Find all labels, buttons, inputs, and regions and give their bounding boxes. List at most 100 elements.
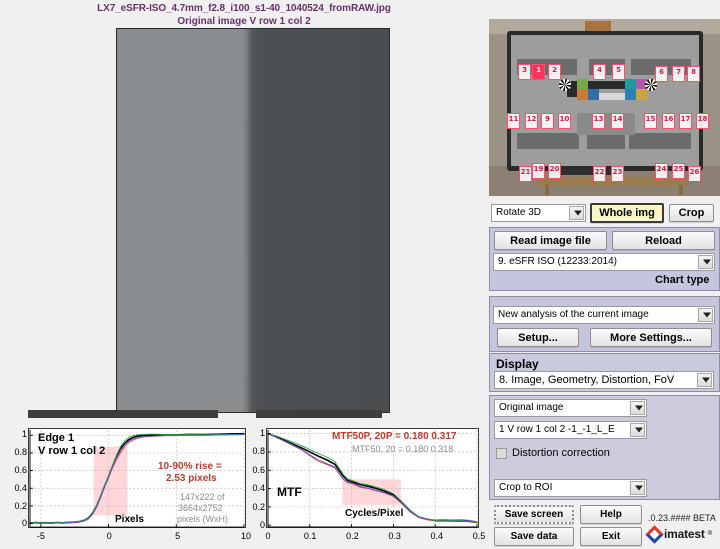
x-tick-label: 0	[265, 531, 271, 541]
imatest-logo: imatest ®	[645, 524, 712, 544]
x-tick-label: 10	[240, 531, 251, 541]
roi-select-value: 1 V row 1 col 2 -1_-1_L_E	[499, 425, 615, 435]
analysis-select[interactable]: New analysis of the current image	[493, 306, 715, 324]
thumbnail-bench-leg	[545, 185, 549, 195]
roi-marker-2[interactable]: 2	[548, 64, 561, 80]
chart-dark-band	[517, 133, 579, 149]
chevron-down-glyph	[574, 210, 582, 216]
chevron-down-glyph	[703, 259, 711, 265]
thumbnail-tv-screen	[511, 35, 699, 166]
image-select-value: Original image	[499, 403, 564, 413]
y-tick-label: 0.8	[252, 446, 265, 457]
y-tick-label: 0	[21, 518, 27, 529]
roi-marker-3[interactable]: 3	[518, 64, 531, 80]
color-patch	[636, 89, 647, 100]
roi-marker-12[interactable]: 12	[525, 113, 538, 129]
imatest-brand-text: imatest	[664, 527, 705, 541]
thumbnail-box-object	[585, 21, 611, 31]
crop-button[interactable]: Crop	[669, 204, 714, 222]
y-tick-label: 0.2	[252, 501, 265, 512]
thumbnail-tv-frame	[507, 31, 703, 171]
y-tick-label: 0.4	[252, 483, 265, 494]
version-text: .0.23.#### BETA	[648, 513, 716, 523]
roi-marker-8[interactable]: 8	[687, 66, 700, 82]
y-tick-label: 1	[259, 427, 265, 438]
rotate-3d-select[interactable]: Rotate 3D	[491, 204, 586, 222]
y-tick-label: 1	[21, 429, 27, 440]
roi-marker-15[interactable]: 15	[644, 113, 657, 129]
color-patch	[625, 89, 636, 100]
roi-marker-13[interactable]: 13	[592, 113, 605, 129]
roi-marker-20[interactable]: 20	[548, 163, 561, 179]
save-data-button[interactable]: Save data	[494, 527, 574, 546]
roi-marker-5[interactable]: 5	[612, 64, 625, 80]
reload-button[interactable]: Reload	[612, 231, 715, 250]
x-tick-label: 0.3	[388, 531, 401, 541]
display-value: 8. Image, Geometry, Distortion, FoV	[499, 374, 675, 386]
chart-type-value: 9. eSFR ISO (12233:2014)	[498, 257, 617, 267]
y-tick-label: 0.6	[252, 464, 265, 475]
analysis-value: New analysis of the current image	[498, 310, 649, 320]
roi-marker-4[interactable]: 4	[593, 64, 606, 80]
roi-marker-26[interactable]: 26	[688, 166, 701, 182]
imatest-main-window: LX7_eSFR-ISO_4.7mm_f2.8_i100_s1-40_10405…	[0, 0, 720, 549]
display-select[interactable]: 8. Image, Geometry, Distortion, FoV	[494, 371, 714, 389]
roi-marker-10[interactable]: 10	[558, 113, 571, 129]
setup-button[interactable]: Setup...	[497, 328, 579, 347]
roi-marker-9[interactable]: 9	[541, 113, 554, 129]
image-select[interactable]: Original image	[494, 399, 647, 417]
roi-marker-19[interactable]: 19	[532, 163, 545, 179]
x-tick-label: 0.4	[430, 531, 444, 541]
roi-marker-17[interactable]: 17	[679, 113, 692, 129]
image-subtitle: Original image V row 1 col 2	[177, 16, 311, 27]
roi-select[interactable]: 1 V row 1 col 2 -1_-1_L_E	[494, 421, 647, 439]
plot-annotation: Cycles/Pixel	[345, 508, 404, 519]
roi-marker-23[interactable]: 23	[611, 166, 624, 182]
rotate-3d-value: Rotate 3D	[496, 208, 542, 218]
exit-button[interactable]: Exit	[580, 527, 642, 546]
color-patch	[588, 89, 599, 100]
x-tick-label: 0.5	[472, 531, 486, 541]
edge-crop-preview[interactable]	[116, 28, 390, 413]
roi-marker-16[interactable]: 16	[662, 113, 675, 129]
roi-marker-18[interactable]: 18	[696, 113, 709, 129]
roi-marker-21[interactable]: 21	[519, 166, 532, 182]
roi-marker-22[interactable]: 22	[593, 166, 606, 182]
distortion-correction-checkbox-row[interactable]: Distortion correction	[496, 447, 610, 459]
chevron-down-glyph	[635, 485, 643, 491]
plot-annotation: 2.53 pixels	[166, 473, 217, 484]
y-tick-label: 0.4	[14, 482, 27, 493]
siemens-star-icon	[559, 79, 571, 91]
roi-marker-1[interactable]: 1	[532, 64, 545, 80]
chevron-down-glyph	[703, 312, 711, 318]
plot-annotation: Pixels	[115, 514, 144, 525]
roi-marker-6[interactable]: 6	[655, 66, 668, 82]
roi-marker-24[interactable]: 24	[655, 163, 668, 179]
y-tick-label: 0	[259, 520, 265, 531]
plot-annotation: V row 1 col 2	[38, 445, 106, 457]
chart-type-select[interactable]: 9. eSFR ISO (12233:2014)	[493, 253, 715, 271]
save-screen-button[interactable]: Save screen	[494, 505, 574, 524]
color-patch	[577, 89, 588, 100]
whole-image-thumbnail[interactable]: 1 2 3 4 5 6 7 8 9 10 11 12 13 14 15 16 1…	[489, 19, 720, 196]
page-title: LX7_eSFR-ISO_4.7mm_f2.8_i100_s1-40_10405…	[0, 3, 488, 28]
plot-annotation: 3664x2752	[178, 503, 223, 513]
roi-marker-14[interactable]: 14	[611, 113, 624, 129]
more-settings-button[interactable]: More Settings...	[590, 328, 712, 347]
read-image-file-button[interactable]: Read image file	[494, 231, 607, 250]
plot-annotation: 10-90% rise =	[158, 461, 222, 472]
whole-img-button[interactable]: Whole img	[590, 203, 664, 223]
checkbox-icon[interactable]	[496, 447, 507, 459]
roi-marker-11[interactable]: 11	[507, 113, 520, 129]
plot-annotation: Edge 1	[38, 432, 75, 444]
plot-annotation: MTF	[277, 485, 302, 499]
roi-marker-25[interactable]: 25	[672, 163, 685, 179]
distortion-correction-label: Distortion correction	[512, 447, 610, 459]
crop-select[interactable]: Crop to ROI	[494, 479, 647, 497]
roi-marker-7[interactable]: 7	[672, 66, 685, 82]
imatest-diamond-icon	[645, 524, 664, 544]
y-tick-label: 0.8	[14, 447, 27, 458]
help-button[interactable]: Help	[580, 505, 642, 524]
thumbnail-bench-leg	[679, 185, 683, 195]
crop-select-value: Crop to ROI	[499, 483, 553, 493]
